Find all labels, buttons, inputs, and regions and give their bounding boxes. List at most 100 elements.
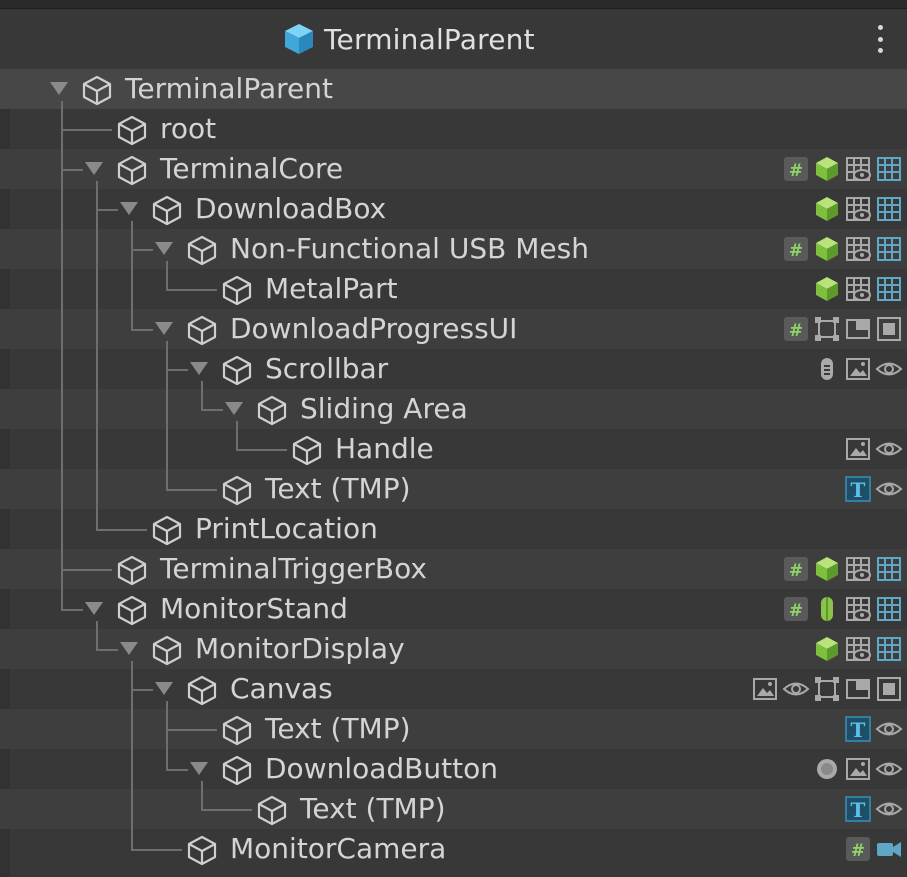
hierarchy-row[interactable]: DownloadButton xyxy=(0,749,907,789)
rect-transform-icon[interactable] xyxy=(813,675,841,703)
gameobject-cube-icon xyxy=(152,515,182,546)
gameobject-cube-icon xyxy=(257,795,287,826)
grid-icon[interactable] xyxy=(875,555,903,583)
grid-icon[interactable] xyxy=(875,635,903,663)
hierarchy-row[interactable]: Text (TMP) T xyxy=(0,709,907,749)
row-label: Text (TMP) xyxy=(300,792,446,825)
visibility-grid-icon[interactable] xyxy=(844,555,872,583)
expand-arrow-icon[interactable] xyxy=(120,202,138,215)
expand-arrow-icon[interactable] xyxy=(120,642,138,655)
visibility-grid-icon[interactable] xyxy=(844,595,872,623)
svg-text:#: # xyxy=(789,161,803,181)
image-icon[interactable] xyxy=(844,755,872,783)
row-label: Handle xyxy=(335,432,434,465)
eye-icon[interactable] xyxy=(875,475,903,503)
visibility-grid-icon[interactable] xyxy=(844,235,872,263)
canvas-icon[interactable] xyxy=(844,675,872,703)
image-icon[interactable] xyxy=(844,435,872,463)
expand-arrow-icon[interactable] xyxy=(190,362,208,375)
visibility-grid-icon[interactable] xyxy=(844,195,872,223)
eye-icon[interactable] xyxy=(875,795,903,823)
tree-connector xyxy=(96,529,147,531)
component-icons xyxy=(813,355,903,383)
kebab-menu-icon[interactable] xyxy=(873,23,887,55)
text-tmp-icon[interactable]: T xyxy=(844,715,872,743)
tree-connector xyxy=(96,621,98,650)
expand-arrow-icon[interactable] xyxy=(190,762,208,775)
row-label: DownloadButton xyxy=(265,752,498,785)
hierarchy-row[interactable]: Text (TMP) T xyxy=(0,789,907,829)
mesh-renderer-icon[interactable] xyxy=(813,555,841,583)
mesh-renderer-icon[interactable] xyxy=(813,195,841,223)
expand-arrow-icon[interactable] xyxy=(85,602,103,615)
eye-icon[interactable] xyxy=(875,435,903,463)
gameobject-cube-icon xyxy=(187,675,217,706)
expand-arrow-icon[interactable] xyxy=(155,682,173,695)
canvas-scaler-icon[interactable] xyxy=(875,675,903,703)
hierarchy-row[interactable]: MonitorDisplay xyxy=(0,629,907,669)
script-icon[interactable]: # xyxy=(782,315,810,343)
script-icon[interactable]: # xyxy=(782,235,810,263)
mesh-renderer-icon[interactable] xyxy=(813,635,841,663)
eye-icon[interactable] xyxy=(875,715,903,743)
visibility-grid-icon[interactable] xyxy=(844,635,872,663)
eye-icon[interactable] xyxy=(782,675,810,703)
script-icon[interactable]: # xyxy=(782,595,810,623)
tree-connector xyxy=(131,221,133,330)
eye-icon[interactable] xyxy=(875,355,903,383)
rect-transform-icon[interactable] xyxy=(813,315,841,343)
expand-arrow-icon[interactable] xyxy=(155,322,173,335)
visibility-grid-icon[interactable] xyxy=(844,275,872,303)
hierarchy-row[interactable]: TerminalParent xyxy=(0,69,907,109)
hierarchy-row[interactable]: TerminalTriggerBox # xyxy=(0,549,907,589)
component-icons: # xyxy=(782,155,903,183)
tree-connector xyxy=(166,289,217,291)
component-icons: T xyxy=(844,795,903,823)
hierarchy-row[interactable]: MetalPart xyxy=(0,269,907,309)
mesh-renderer-icon[interactable] xyxy=(813,235,841,263)
hierarchy-row[interactable]: TerminalCore # xyxy=(0,149,907,189)
script-icon[interactable]: # xyxy=(782,555,810,583)
canvas-icon[interactable] xyxy=(844,315,872,343)
camera-icon[interactable] xyxy=(875,835,903,863)
expand-arrow-icon[interactable] xyxy=(50,82,68,95)
scrollbar-icon[interactable] xyxy=(813,355,841,383)
script-icon[interactable]: # xyxy=(782,155,810,183)
eye-icon[interactable] xyxy=(875,755,903,783)
mesh-renderer-icon[interactable] xyxy=(813,155,841,183)
row-label: TerminalParent xyxy=(125,72,333,105)
hierarchy-row[interactable]: Scrollbar xyxy=(0,349,907,389)
hierarchy-row[interactable]: Sliding Area xyxy=(0,389,907,429)
text-tmp-icon[interactable]: T xyxy=(844,475,872,503)
capsule-collider-icon[interactable] xyxy=(813,595,841,623)
image-icon[interactable] xyxy=(844,355,872,383)
tree-connector xyxy=(201,809,252,811)
tree-connector xyxy=(166,261,168,290)
hierarchy-row[interactable]: Text (TMP) T xyxy=(0,469,907,509)
canvas-scaler-icon[interactable] xyxy=(875,315,903,343)
expand-arrow-icon[interactable] xyxy=(155,242,173,255)
hierarchy-tree: TerminalParent root TerminalCore # DownloadB… xyxy=(0,69,907,877)
button-icon[interactable] xyxy=(813,755,841,783)
hierarchy-row[interactable]: Handle xyxy=(0,429,907,469)
hierarchy-row[interactable]: DownloadBox xyxy=(0,189,907,229)
grid-icon[interactable] xyxy=(875,155,903,183)
gameobject-cube-icon xyxy=(117,555,147,586)
visibility-grid-icon[interactable] xyxy=(844,155,872,183)
grid-icon[interactable] xyxy=(875,195,903,223)
expand-arrow-icon[interactable] xyxy=(225,402,243,415)
row-label: MonitorCamera xyxy=(230,832,447,865)
hierarchy-row[interactable]: root xyxy=(0,109,907,149)
grid-icon[interactable] xyxy=(875,235,903,263)
grid-icon[interactable] xyxy=(875,595,903,623)
text-tmp-icon[interactable]: T xyxy=(844,795,872,823)
gameobject-cube-icon xyxy=(187,835,217,866)
tree-connector xyxy=(201,781,203,810)
mesh-renderer-icon[interactable] xyxy=(813,275,841,303)
image-icon[interactable] xyxy=(751,675,779,703)
component-icons: T xyxy=(844,475,903,503)
expand-arrow-icon[interactable] xyxy=(85,162,103,175)
hierarchy-row[interactable]: MonitorStand # xyxy=(0,589,907,629)
grid-icon[interactable] xyxy=(875,275,903,303)
script-icon[interactable]: # xyxy=(844,835,872,863)
